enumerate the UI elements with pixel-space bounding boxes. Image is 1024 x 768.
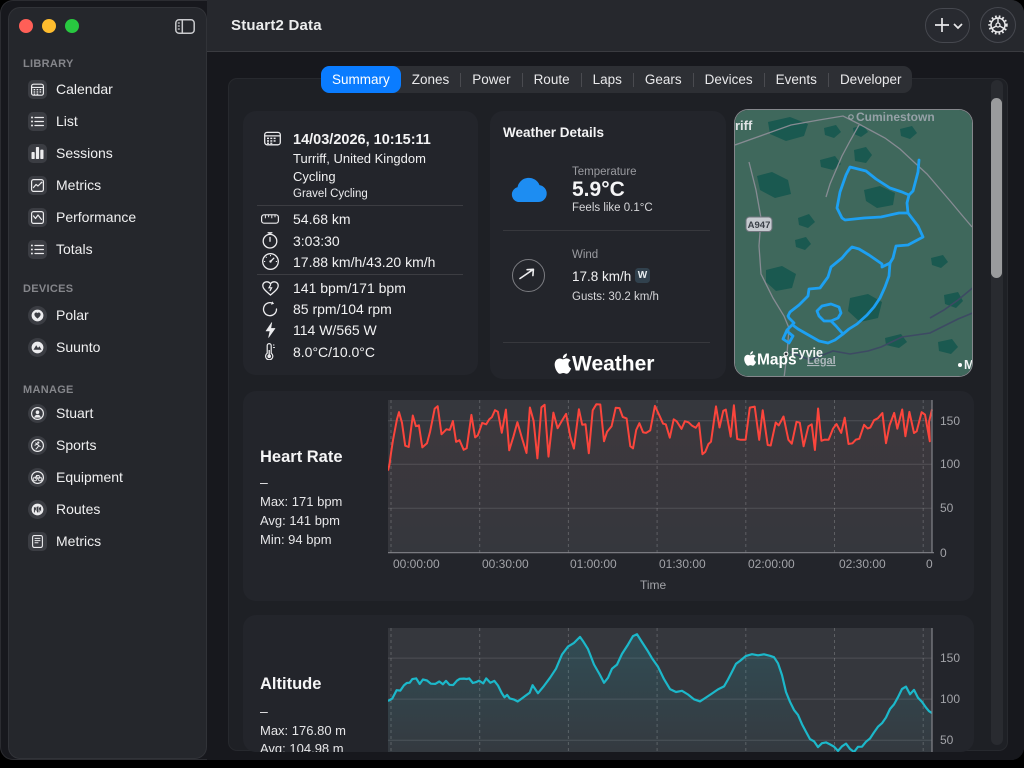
svg-text:Cuminestown: Cuminestown bbox=[856, 110, 935, 124]
svg-text:Maps: Maps bbox=[757, 352, 797, 369]
svg-text:riff: riff bbox=[735, 118, 753, 133]
svg-text:Legal: Legal bbox=[807, 355, 836, 367]
svg-text:Weather: Weather bbox=[572, 353, 654, 376]
svg-text:A947: A947 bbox=[748, 220, 771, 231]
